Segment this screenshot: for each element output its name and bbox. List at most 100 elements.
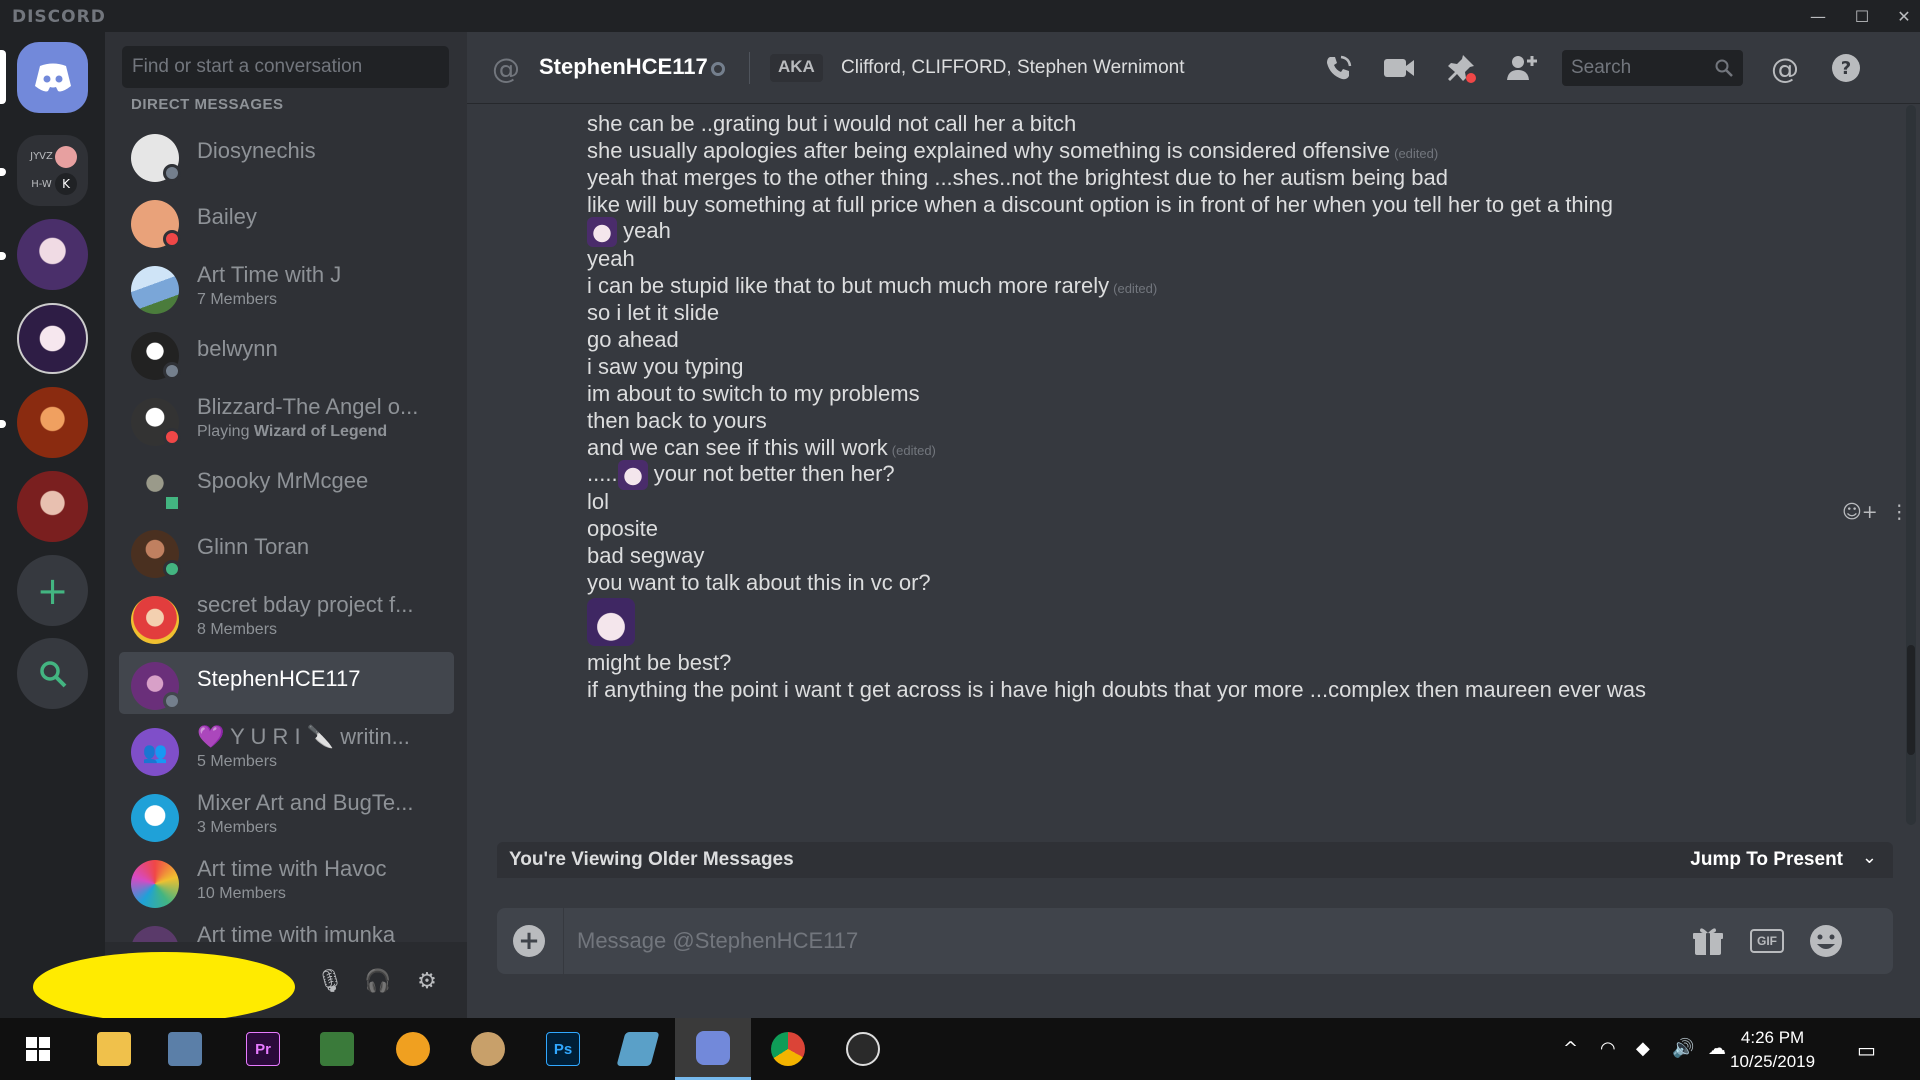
notifications-icon[interactable]: ▭	[1857, 1038, 1876, 1062]
group-dm-item[interactable]: Art time with Havoc 10 Members	[119, 850, 454, 912]
system-clock[interactable]: 4:26 PM 10/25/2019	[1730, 1026, 1815, 1074]
activity-prefix: Playing	[197, 423, 254, 440]
group-dm-item[interactable]: Mixer Art and BugTe... 3 Members	[119, 784, 454, 846]
taskbar-app-paint[interactable]	[450, 1018, 526, 1080]
scrollbar-thumb[interactable]	[1907, 645, 1915, 755]
video-call-icon[interactable]	[1381, 50, 1417, 86]
message: oposite	[587, 516, 658, 542]
chrome-icon	[771, 1032, 805, 1066]
start-button[interactable]	[0, 1018, 76, 1080]
dm-item[interactable]: belwynn	[119, 322, 454, 384]
close-button[interactable]: ✕	[1882, 0, 1920, 32]
add-reaction-icon[interactable]: ☺+	[1842, 501, 1878, 523]
taskbar-app-notepad[interactable]	[147, 1018, 223, 1080]
message-text: bad segway	[587, 543, 705, 568]
group-dm-item[interactable]: Art Time with J 7 Members	[119, 256, 454, 318]
taskbar-app-chrome[interactable]	[750, 1018, 826, 1080]
help-icon[interactable]: ?	[1828, 50, 1864, 86]
member-count: 7 Members	[197, 291, 278, 308]
older-messages-bar: You're Viewing Older Messages Jump To Pr…	[497, 842, 1893, 878]
dm-item[interactable]: Glinn Toran	[119, 520, 454, 582]
message: yeah	[587, 246, 635, 272]
message: im about to switch to my problems	[587, 381, 920, 407]
dm-section-header: DIRECT MESSAGES	[131, 96, 284, 113]
microphone-icon[interactable]: 🎙	[315, 966, 345, 996]
add-friend-icon[interactable]	[1504, 50, 1540, 86]
group-dm-item[interactable]: secret bday project f... 8 Members	[119, 586, 454, 648]
app-icon	[396, 1032, 430, 1066]
home-button[interactable]	[17, 42, 88, 113]
minimize-button[interactable]: —	[1796, 0, 1840, 32]
maximize-button[interactable]: ☐	[1840, 0, 1884, 32]
taskbar-app-photoshop[interactable]: Ps	[525, 1018, 601, 1080]
pinned-messages-icon[interactable]	[1443, 50, 1479, 86]
dm-item[interactable]: Diosynechis	[119, 124, 454, 186]
dm-name: Art time with Havoc	[197, 856, 387, 881]
show-hidden-icons-chevron[interactable]: ^	[1563, 1038, 1578, 1059]
discord-icon	[696, 1030, 730, 1065]
status-indicator	[163, 692, 181, 710]
status-indicator	[711, 62, 725, 76]
server-icon[interactable]	[17, 219, 88, 290]
gif-picker-button[interactable]: GIF	[1748, 922, 1786, 960]
message-text: might be best?	[587, 650, 732, 675]
search-icon	[1715, 59, 1733, 77]
headphones-icon[interactable]: 🎧	[363, 966, 393, 996]
volume-icon[interactable]: 🔊	[1672, 1038, 1694, 1059]
jump-to-present-button[interactable]: Jump To Present	[1690, 849, 1843, 871]
message-text: lol	[587, 489, 610, 514]
dm-name: Art Time with J	[197, 262, 342, 287]
message-text: oposite	[587, 516, 658, 541]
taskbar-app-sheets[interactable]	[299, 1018, 375, 1080]
attach-plus-icon[interactable]: +	[513, 925, 545, 957]
emoji-picker-icon[interactable]	[1807, 922, 1845, 960]
message-text: and we can see if this will work	[587, 435, 888, 460]
redaction-blob	[33, 952, 295, 1022]
wifi-icon[interactable]: ◠	[1600, 1038, 1616, 1059]
mentions-icon[interactable]: @	[1767, 50, 1803, 86]
dm-item-selected[interactable]: StephenHCE117	[119, 652, 454, 714]
message-search-input[interactable]: Search	[1562, 50, 1743, 86]
active-indicator	[0, 50, 6, 104]
header-divider	[749, 52, 750, 84]
group-dm-item[interactable]: 👥 💜 Y U R I 🔪 writin... 5 Members	[119, 718, 454, 780]
message-text: she can be ..grating but i would not cal…	[587, 111, 1077, 136]
edited-tag: (edited)	[1113, 281, 1158, 296]
server-icon[interactable]	[17, 471, 88, 542]
message-input[interactable]	[577, 908, 1677, 974]
explore-servers-button[interactable]	[17, 638, 88, 709]
edited-tag: (edited)	[1394, 146, 1439, 161]
dm-item[interactable]: Blizzard-The Angel o... Playing Wizard o…	[119, 388, 454, 450]
server-icon[interactable]	[17, 387, 88, 458]
taskbar-app-obs[interactable]	[825, 1018, 901, 1080]
clock-date: 10/25/2019	[1730, 1052, 1816, 1071]
message-composer: + GIF	[497, 908, 1893, 974]
taskbar-app-orange[interactable]	[375, 1018, 451, 1080]
voice-call-icon[interactable]	[1320, 50, 1356, 86]
server-icon[interactable]	[17, 303, 88, 374]
dm-item[interactable]: Bailey	[119, 190, 454, 252]
server-folder[interactable]: JYVZ H-W K	[17, 135, 88, 206]
dm-name: Spooky MrMcgee	[197, 468, 369, 493]
taskbar-app-gem[interactable]	[600, 1018, 676, 1080]
svg-text:?: ?	[1841, 58, 1851, 79]
member-count: 5 Members	[197, 753, 278, 770]
dm-name: 💜 Y U R I 🔪 writin...	[197, 724, 410, 749]
taskbar-app-discord[interactable]	[675, 1018, 751, 1080]
status-indicator	[163, 164, 181, 182]
dropbox-icon[interactable]: ◆	[1636, 1038, 1650, 1059]
obs-icon	[846, 1032, 880, 1066]
conversation-search[interactable]: Find or start a conversation	[122, 46, 449, 88]
message: you want to talk about this in vc or?	[587, 570, 931, 596]
add-server-button[interactable]: +	[17, 555, 88, 626]
gift-icon[interactable]	[1689, 922, 1727, 960]
message-text: you want to talk about this in vc or?	[587, 570, 931, 595]
taskbar-app-file-explorer[interactable]	[76, 1018, 152, 1080]
custom-emoji	[617, 460, 648, 490]
premiere-icon: Pr	[246, 1032, 280, 1066]
taskbar-app-premiere[interactable]: Pr	[225, 1018, 301, 1080]
settings-gear-icon[interactable]: ⚙	[412, 966, 442, 996]
onedrive-cloud-icon[interactable]: ☁	[1708, 1038, 1726, 1059]
dm-item[interactable]: Spooky MrMcgee	[119, 454, 454, 516]
status-indicator	[163, 362, 181, 380]
